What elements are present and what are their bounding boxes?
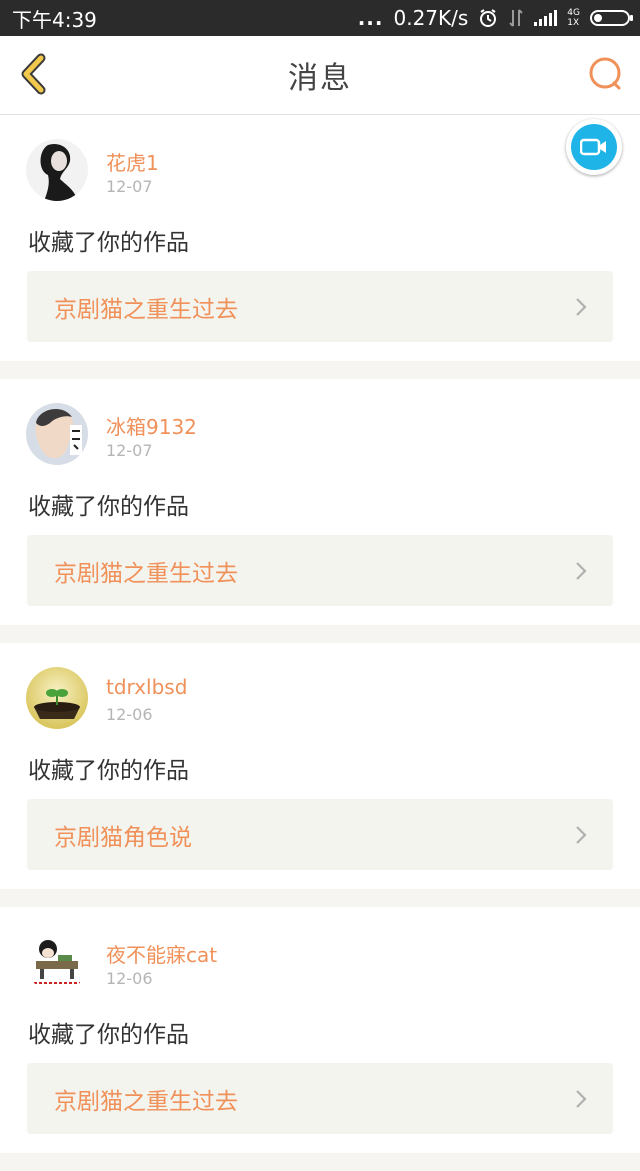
work-link[interactable]: 京剧猫之重生过去 — [27, 1063, 613, 1134]
avatar[interactable] — [26, 139, 88, 201]
camera-icon — [571, 124, 617, 170]
message-card: 冰箱9132 12-07 收藏了你的作品 京剧猫之重生过去 — [0, 379, 640, 625]
chevron-right-icon — [576, 562, 587, 580]
network-speed: 0.27K/s — [393, 6, 469, 30]
message-card: 夜不能寐cat 12-06 收藏了你的作品 京剧猫之重生过去 — [0, 907, 640, 1153]
username[interactable]: tdrxlbsd — [106, 675, 187, 699]
chevron-right-icon — [576, 826, 587, 844]
action-text: 收藏了你的作品 — [28, 230, 189, 256]
status-dots: ... — [357, 6, 384, 30]
page-title: 消息 — [288, 61, 352, 96]
status-bar: 下午4:39 ... 0.27K/s 4G 1X — [0, 0, 640, 36]
back-button[interactable] — [14, 52, 58, 96]
username[interactable]: 冰箱9132 — [106, 411, 197, 440]
message-list: 花虎1 12-07 收藏了你的作品 京剧猫之重生过去 冰箱9132 12-07 … — [0, 115, 640, 1171]
username[interactable]: 夜不能寐cat — [106, 939, 217, 968]
network-type-bottom: 1X — [567, 18, 580, 28]
status-icons: ... 0.27K/s 4G 1X — [357, 6, 633, 30]
action-text: 收藏了你的作品 — [28, 1022, 189, 1048]
chevron-right-icon — [576, 298, 587, 316]
search-icon[interactable] — [586, 54, 626, 94]
message-card: tdrxlbsd 12-06 收藏了你的作品 京剧猫角色说 — [0, 643, 640, 889]
work-title: 京剧猫之重生过去 — [54, 1088, 238, 1115]
video-camera-button[interactable] — [566, 119, 622, 175]
data-transfer-icon — [509, 9, 524, 27]
work-title: 京剧猫之重生过去 — [54, 296, 238, 323]
signal-icon — [534, 10, 558, 26]
message-card: 花虎1 12-07 收藏了你的作品 京剧猫之重生过去 — [0, 115, 640, 361]
header: 消息 — [0, 36, 640, 115]
status-time: 下午4:39 — [12, 7, 97, 32]
work-title: 京剧猫之重生过去 — [54, 560, 238, 587]
action-text: 收藏了你的作品 — [28, 758, 189, 784]
alarm-icon — [480, 9, 497, 27]
work-title: 京剧猫角色说 — [54, 824, 192, 851]
work-link[interactable]: 京剧猫之重生过去 — [27, 271, 613, 342]
battery-icon — [590, 10, 633, 26]
work-link[interactable]: 京剧猫之重生过去 — [27, 535, 613, 606]
work-link[interactable]: 京剧猫角色说 — [27, 799, 613, 870]
message-date: 12-06 — [106, 705, 153, 724]
message-date: 12-06 — [106, 969, 153, 988]
avatar[interactable] — [26, 931, 88, 993]
network-type-top: 4G — [567, 8, 580, 18]
network-type: 4G 1X — [567, 8, 580, 28]
action-text: 收藏了你的作品 — [28, 494, 189, 520]
username[interactable]: 花虎1 — [106, 147, 159, 176]
chevron-right-icon — [576, 1090, 587, 1108]
message-date: 12-07 — [106, 177, 153, 196]
avatar[interactable] — [26, 403, 88, 465]
message-date: 12-07 — [106, 441, 153, 460]
avatar[interactable] — [26, 667, 88, 729]
